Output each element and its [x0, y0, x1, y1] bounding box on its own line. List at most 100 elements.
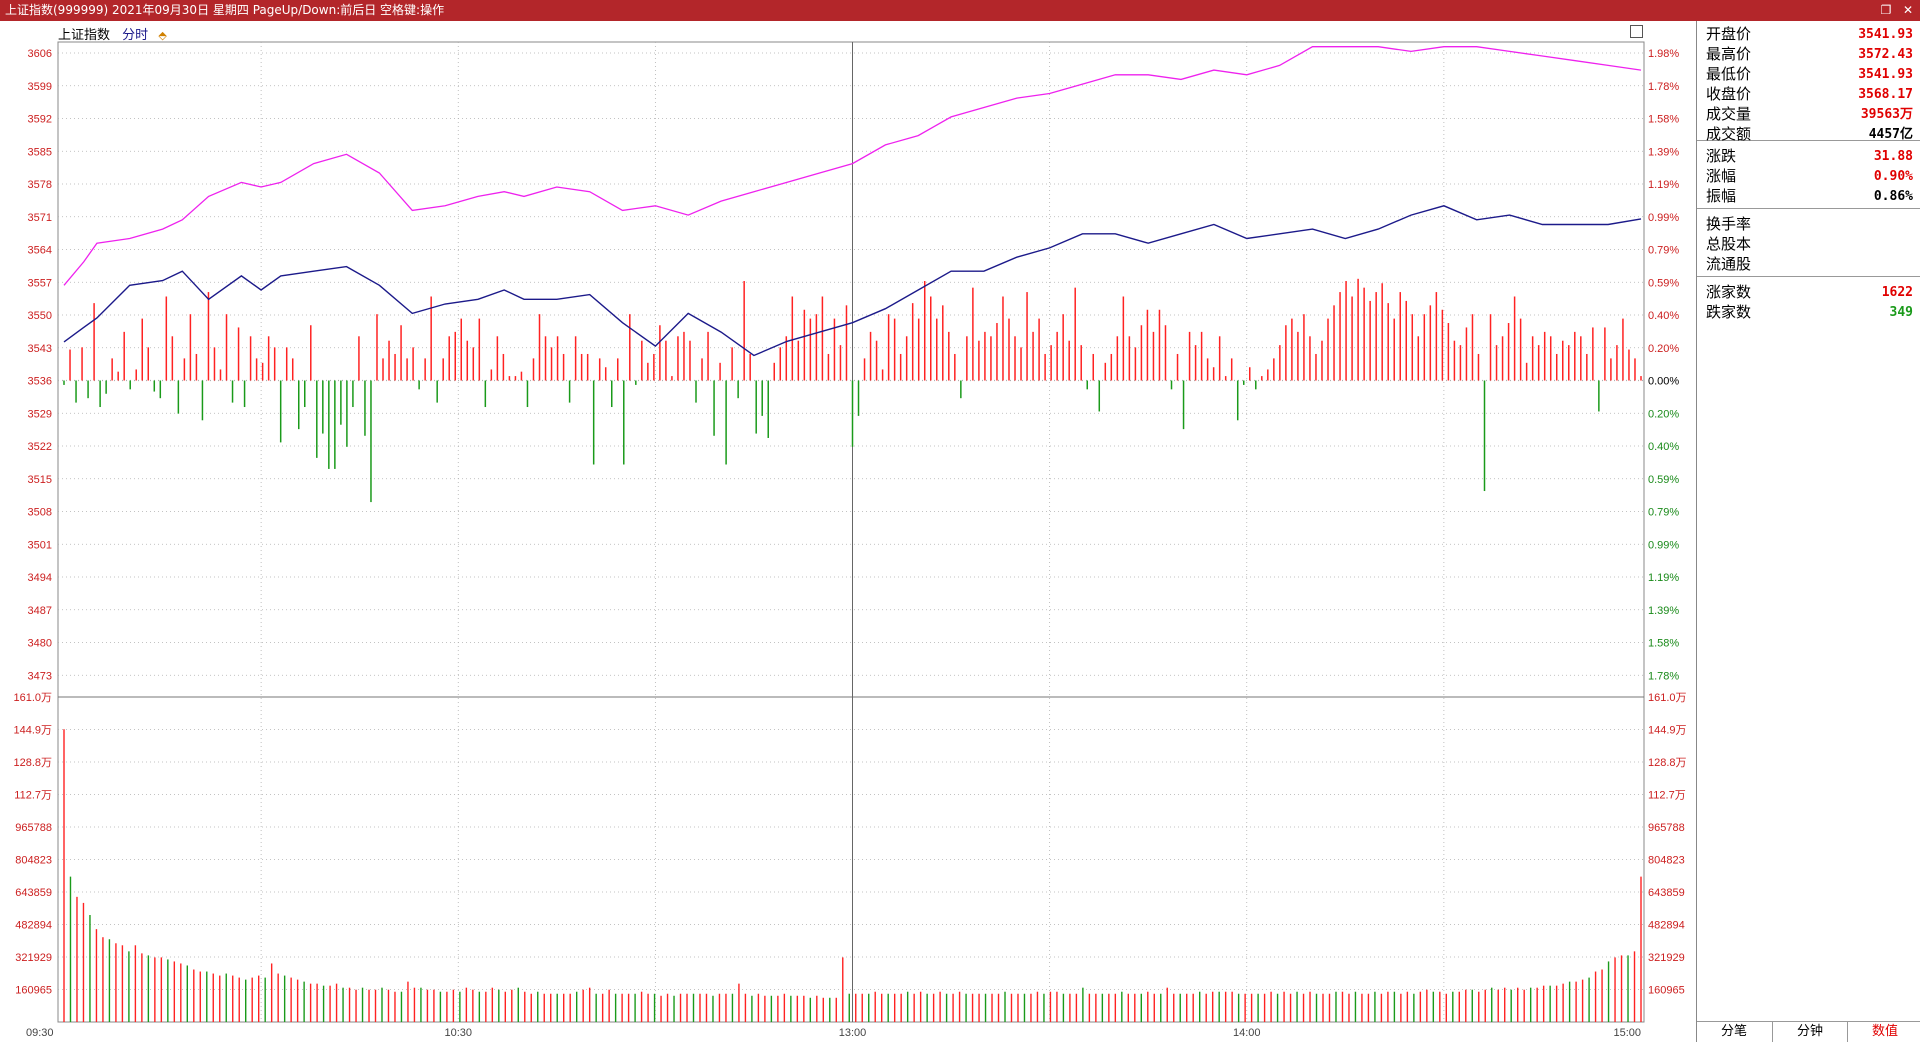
- volume-tick-label-right: 321929: [1648, 952, 1685, 964]
- stat-value: 0.86%: [1873, 189, 1913, 204]
- pct-tick-label: 0.20%: [1648, 408, 1679, 420]
- volume-tick-label: 160965: [15, 985, 52, 997]
- time-tick-label: 13:00: [839, 1027, 867, 1039]
- stat-label: 流通股: [1706, 255, 1752, 273]
- pct-tick-label: 1.78%: [1648, 670, 1679, 682]
- price-tick-label: 3578: [28, 179, 52, 191]
- side-divider: [1697, 276, 1920, 277]
- stat-row: 跌家数 349: [1706, 303, 1913, 322]
- window-title: 上证指数(999999) 2021年09月30日 星期四 PageUp/Down…: [5, 3, 445, 17]
- volume-tick-label-right: 482894: [1648, 920, 1685, 932]
- price-tick-label: 3606: [28, 48, 52, 60]
- expand-icon[interactable]: [1630, 25, 1643, 38]
- pct-tick-label: 0.79%: [1648, 245, 1679, 257]
- price-tick-label: 3487: [28, 605, 52, 617]
- stat-row: 开盘价 3541.93: [1706, 25, 1913, 44]
- stat-label: 涨幅: [1706, 167, 1737, 185]
- price-tick-label: 3522: [28, 441, 52, 453]
- volume-tick-label-right: 128.8万: [1648, 757, 1687, 769]
- volume-tick-label-right: 160965: [1648, 985, 1685, 997]
- intraday-chart[interactable]: 3606 1.98% 3599 1.78% 3592 1.58% 3585 1.39% 3578…: [0, 21, 1696, 1042]
- stat-label: 涨跌: [1706, 147, 1737, 165]
- stat-value: 4457亿: [1868, 127, 1913, 142]
- stat-label: 总股本: [1706, 235, 1752, 253]
- pct-tick-label: 0.59%: [1648, 474, 1679, 486]
- volume-tick-label-right: 965788: [1648, 822, 1685, 834]
- stat-label: 最低价: [1706, 65, 1752, 83]
- price-tick-label: 3592: [28, 114, 52, 126]
- chart-canvas: 3606 1.98% 3599 1.78% 3592 1.58% 3585 1.39% 3578…: [13, 41, 1687, 1039]
- pct-tick-label: 1.19%: [1648, 179, 1679, 191]
- price-tick-label: 3543: [28, 343, 52, 355]
- pct-tick-label: 0.20%: [1648, 343, 1679, 355]
- price-tick-label: 3571: [28, 212, 52, 224]
- volume-tick-label: 144.9万: [13, 725, 52, 737]
- pct-tick-label: 1.19%: [1648, 572, 1679, 584]
- time-tick-label: 14:00: [1233, 1027, 1261, 1039]
- stat-label: 最高价: [1706, 45, 1752, 63]
- pct-tick-label: 0.99%: [1648, 212, 1679, 224]
- stat-value: 3568.17: [1858, 87, 1913, 102]
- volume-tick-label: 112.7万: [14, 790, 52, 802]
- stat-label: 换手率: [1706, 215, 1752, 233]
- price-tick-label: 3550: [28, 310, 52, 322]
- stat-value: 1622: [1881, 285, 1913, 300]
- stat-row: 流通股: [1706, 255, 1913, 274]
- stat-value: 0.90%: [1873, 169, 1913, 184]
- stat-label: 涨家数: [1706, 283, 1752, 301]
- price-tick-label: 3480: [28, 638, 52, 650]
- pct-tick-label: 0.79%: [1648, 507, 1679, 519]
- stat-row: 振幅 0.86%: [1706, 187, 1913, 206]
- side-tab[interactable]: 分钟: [1772, 1022, 1847, 1042]
- restore-icon[interactable]: ❐: [1876, 0, 1896, 21]
- price-tick-label: 3508: [28, 507, 52, 519]
- volume-tick-label-right: 804823: [1648, 855, 1685, 867]
- stat-row: 成交额 4457亿: [1706, 125, 1913, 144]
- price-tick-label: 3557: [28, 277, 52, 289]
- pct-tick-label: 0.59%: [1648, 277, 1679, 289]
- side-tab[interactable]: 分笔: [1697, 1022, 1771, 1042]
- volume-tick-label: 643859: [15, 887, 52, 899]
- price-tick-label: 3564: [28, 245, 52, 257]
- stat-label: 振幅: [1706, 187, 1737, 205]
- chart-frame: [57, 41, 1645, 1023]
- stat-row: 总股本: [1706, 235, 1913, 254]
- legend-tab[interactable]: 分时: [122, 28, 148, 43]
- stat-row: 收盘价 3568.17: [1706, 85, 1913, 104]
- price-tick-label: 3473: [28, 670, 52, 682]
- pct-tick-label: 1.58%: [1648, 114, 1679, 126]
- price-tick-label: 3494: [28, 572, 52, 584]
- side-tab[interactable]: 数值: [1847, 1022, 1920, 1042]
- pct-tick-label: 1.78%: [1648, 81, 1679, 93]
- pct-tick-label: 0.40%: [1648, 441, 1679, 453]
- price-tick-label: 3536: [28, 376, 52, 388]
- time-tick-label: 10:30: [444, 1027, 472, 1039]
- stat-value: 3572.43: [1858, 47, 1913, 62]
- price-tick-label: 3585: [28, 146, 52, 158]
- price-tick-label: 3529: [28, 408, 52, 420]
- stat-row: 最低价 3541.93: [1706, 65, 1913, 84]
- pct-tick-label: 1.98%: [1648, 48, 1679, 60]
- close-icon[interactable]: ✕: [1898, 0, 1918, 21]
- pct-tick-label: 0.99%: [1648, 539, 1679, 551]
- stat-value: 3541.93: [1858, 67, 1913, 82]
- diamond-icon[interactable]: ⬘: [158, 29, 166, 42]
- volume-tick-label-right: 144.9万: [1648, 725, 1687, 737]
- stat-row: 涨幅 0.90%: [1706, 167, 1913, 186]
- stat-label: 开盘价: [1706, 25, 1752, 43]
- stat-row: 涨跌 31.88: [1706, 147, 1913, 166]
- stat-value: 349: [1889, 305, 1913, 320]
- volume-tick-label: 482894: [15, 920, 52, 932]
- side-divider: [1697, 208, 1920, 209]
- volume-tick-label-right: 112.7万: [1648, 790, 1686, 802]
- price-tick-label: 3501: [28, 539, 52, 551]
- pct-tick-label: 1.39%: [1648, 605, 1679, 617]
- pct-tick-label: 0.40%: [1648, 310, 1679, 322]
- stat-row: 最高价 3572.43: [1706, 45, 1913, 64]
- side-panel: 开盘价 3541.93 最高价 3572.43 最低价 3541.93 收盘价 3568.17…: [1696, 21, 1920, 1042]
- volume-tick-label: 804823: [15, 855, 52, 867]
- stat-label: 跌家数: [1706, 303, 1752, 321]
- volume-tick-label: 161.0万: [13, 692, 52, 704]
- volume-tick-label: 321929: [15, 952, 52, 964]
- stat-row: 成交量 39563万: [1706, 105, 1913, 124]
